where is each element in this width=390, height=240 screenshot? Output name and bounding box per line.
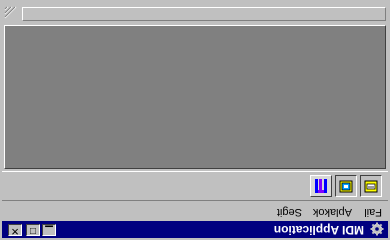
new-document-icon (364, 180, 378, 193)
new-document-button[interactable] (360, 175, 382, 197)
close-icon: ✕ (10, 225, 20, 236)
menu-item-help[interactable]: Segit (277, 205, 302, 219)
tile-windows-button[interactable] (310, 175, 332, 197)
status-panel (22, 7, 386, 21)
open-document-button[interactable] (335, 175, 357, 197)
gear-icon[interactable] (370, 222, 384, 236)
minimize-button[interactable]: ▁ (42, 224, 56, 236)
menu-bar: Fail Aplakok Segit (2, 202, 388, 221)
title-bar[interactable]: MDI Application ▁ □ ✕ (2, 221, 388, 238)
mdi-client-area[interactable] (4, 25, 386, 169)
menu-item-window[interactable]: Aplakok (313, 205, 352, 219)
menu-item-file[interactable]: Fail (364, 205, 382, 219)
maximize-button[interactable]: □ (26, 224, 40, 236)
open-document-icon (339, 180, 353, 193)
close-button[interactable]: ✕ (8, 224, 22, 236)
maximize-icon: □ (29, 225, 37, 236)
application-window: MDI Application ▁ □ ✕ Fail Aplakok Segit (0, 0, 390, 240)
status-bar (2, 4, 388, 22)
toolbar (2, 171, 388, 201)
window-title: MDI Application (273, 223, 364, 237)
minimize-icon: ▁ (45, 225, 53, 236)
tile-windows-icon (315, 179, 327, 193)
resize-grip-icon[interactable] (4, 6, 18, 20)
